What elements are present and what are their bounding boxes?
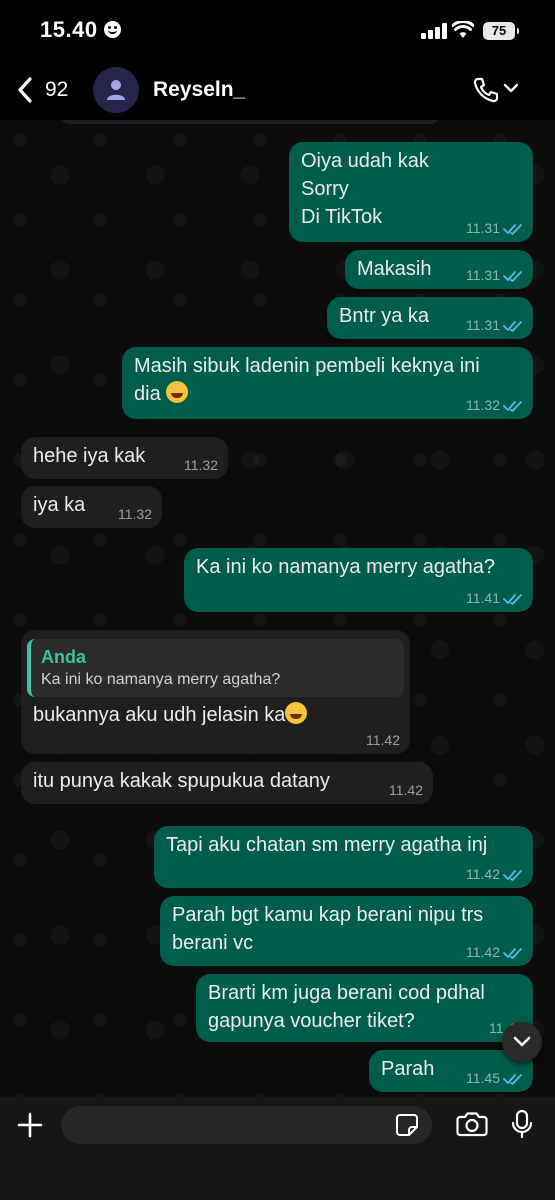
message-bubble[interactable]: hehe iya kak 11.32 — [21, 437, 228, 479]
message-line: Brarti km juga berani cod pdhal — [208, 982, 485, 1004]
read-ticks-icon — [503, 401, 522, 413]
read-ticks-icon — [503, 594, 522, 606]
emoji-sob-icon — [285, 702, 308, 724]
read-ticks-icon — [503, 321, 522, 333]
message-time: 11.42 — [389, 782, 423, 798]
message-bubble[interactable]: Tapi aku chatan sm merry agatha inj 11.4… — [154, 826, 533, 888]
microphone-icon[interactable] — [511, 1109, 533, 1139]
message-meta: 11.31 — [466, 267, 523, 283]
message-meta: 11.42 — [466, 944, 523, 960]
smiley-icon — [104, 21, 121, 38]
message-text: Ka ini ko namanya merry agatha? — [196, 556, 496, 578]
chevron-down-icon — [513, 1036, 531, 1047]
quoted-sender: Anda — [41, 647, 86, 667]
message-line: Sorry — [301, 178, 349, 200]
message-line: dia — [134, 380, 521, 408]
message-text: itu punya kakak spupukua datany — [33, 770, 330, 792]
message-meta: 11.31 — [466, 220, 523, 236]
plus-icon[interactable] — [16, 1111, 44, 1139]
message-time: 11.31 — [466, 317, 500, 333]
message-meta: 11.41 — [466, 590, 523, 606]
previous-message-edge — [60, 120, 440, 124]
emoji-joy-icon — [166, 381, 189, 403]
message-time: 11.41 — [466, 590, 500, 606]
message-meta: 11.32 — [466, 397, 523, 413]
message-bubble[interactable]: iya ka 11.32 — [21, 486, 162, 528]
avatar[interactable] — [93, 67, 139, 113]
chat-header: 92 Reyseln_ — [0, 60, 555, 120]
message-time: 11.32 — [184, 457, 218, 473]
message-line: gapunya voucher tiket? — [208, 1010, 415, 1032]
avatar-person-icon — [107, 80, 125, 100]
message-bubble[interactable]: Masih sibuk ladenin pembeli keknya ini d… — [122, 347, 533, 419]
message-bubble[interactable]: Bntr ya ka 11.31 — [327, 297, 533, 339]
message-bubble[interactable]: itu punya kakak spupukua datany 11.42 — [21, 762, 433, 804]
quoted-text: Ka ini ko namanya merry agatha? — [41, 671, 281, 688]
scroll-to-bottom-button[interactable] — [502, 1022, 542, 1062]
message-meta: 11.45 — [466, 1070, 523, 1086]
message-line: Masih sibuk ladenin pembeli keknya ini — [134, 355, 480, 377]
message-time: 11.31 — [466, 220, 500, 236]
back-chevron-icon[interactable] — [16, 76, 34, 104]
message-time: 11.42 — [466, 944, 500, 960]
message-bubble[interactable]: Brarti km juga berani cod pdhal gapunya … — [196, 974, 533, 1042]
chat-area[interactable]: Oiya udah kak Sorry Di TikTok 11.31 Maka… — [0, 120, 555, 1097]
message-bubble[interactable]: Parah bgt kamu kap berani nipu trs beran… — [160, 896, 533, 966]
read-ticks-icon — [503, 1074, 522, 1086]
message-meta: 11.31 — [466, 317, 523, 333]
read-ticks-icon — [503, 224, 522, 236]
message-input[interactable] — [61, 1106, 432, 1144]
message-time: 11.45 — [466, 1070, 500, 1086]
read-ticks-icon — [503, 870, 522, 882]
message-time: 11.32 — [118, 506, 152, 522]
battery-icon: 75 — [483, 22, 519, 40]
unread-count[interactable]: 92 — [45, 78, 68, 102]
message-time: 11.32 — [466, 397, 500, 413]
wifi-icon — [452, 21, 474, 38]
status-bar: 15.40 75 — [0, 0, 555, 60]
message-line: Parah bgt kamu kap berani nipu trs — [172, 904, 484, 926]
read-ticks-icon — [503, 948, 522, 960]
message-meta: 11.42 — [466, 866, 523, 882]
sticker-icon[interactable] — [395, 1113, 419, 1137]
contact-name[interactable]: Reyseln_ — [153, 78, 245, 102]
phone-icon[interactable] — [472, 76, 500, 104]
message-line: bukannya aku udh jelasin ka — [27, 701, 404, 729]
message-input-bar — [0, 1097, 555, 1200]
camera-icon[interactable] — [456, 1111, 488, 1137]
message-time: 11.31 — [466, 267, 500, 283]
status-time: 15.40 — [40, 17, 98, 42]
message-line: Oiya udah kak — [301, 150, 429, 172]
message-bubble[interactable]: Oiya udah kak Sorry Di TikTok 11.31 — [289, 142, 533, 242]
message-time: 11.42 — [366, 732, 400, 748]
quoted-message[interactable]: Anda Ka ini ko namanya merry agatha? — [27, 639, 404, 697]
message-bubble[interactable]: Ka ini ko namanya merry agatha? 11.41 — [184, 548, 533, 612]
reply-message-bubble[interactable]: Anda Ka ini ko namanya merry agatha? buk… — [21, 630, 410, 754]
chevron-down-icon[interactable] — [503, 82, 519, 94]
message-text: Tapi aku chatan sm merry agatha inj — [166, 834, 488, 856]
signal-icon — [421, 23, 447, 39]
read-ticks-icon — [503, 271, 522, 283]
message-time: 11.42 — [466, 866, 500, 882]
message-bubble[interactable]: Makasih 11.31 — [345, 250, 533, 289]
